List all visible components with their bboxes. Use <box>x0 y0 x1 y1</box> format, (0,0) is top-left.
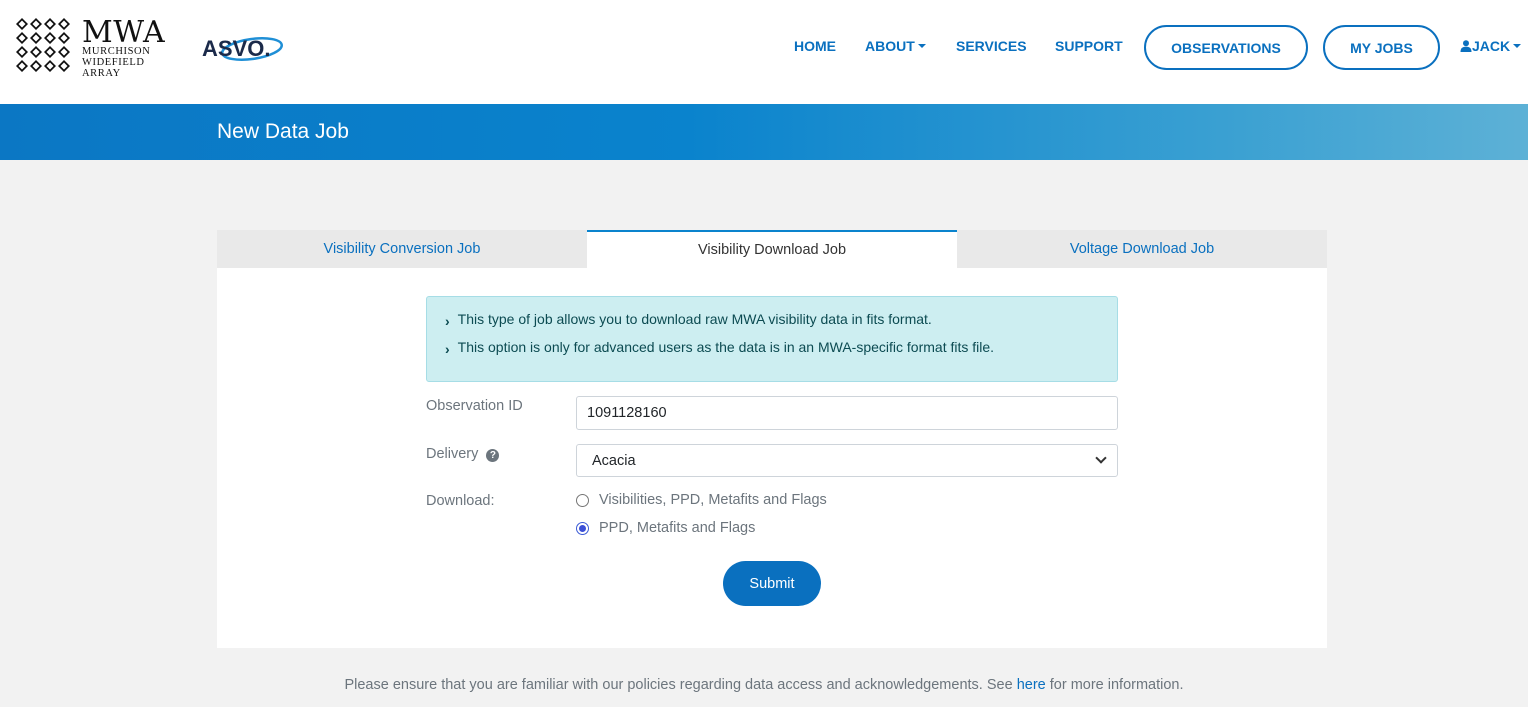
download-option-radio[interactable] <box>576 521 589 535</box>
chevron-down-icon <box>1095 452 1107 464</box>
nav-about-label: ABOUT <box>865 38 915 54</box>
nav-my-jobs-button[interactable]: MY JOBS <box>1323 25 1440 70</box>
info-alert-text: This option is only for advanced users a… <box>457 339 995 355</box>
delivery-selected-value: Acacia <box>592 452 636 469</box>
nav-about[interactable]: ABOUT <box>865 38 926 54</box>
info-alert: › This type of job allows you to download… <box>426 296 1118 382</box>
tab-visibility-conversion-job[interactable]: Visibility Conversion Job <box>217 230 587 268</box>
tab-voltage-download-job[interactable]: Voltage Download Job <box>957 230 1327 268</box>
page-title: New Data Job <box>217 120 349 143</box>
delivery-label: Delivery? <box>426 446 500 462</box>
chevron-right-icon: › <box>445 341 450 357</box>
info-alert-line: › This type of job allows you to download… <box>445 311 932 329</box>
page-banner: New Data Job <box>0 104 1528 160</box>
info-alert-text: This type of job allows you to download … <box>457 311 932 327</box>
download-option-full[interactable]: Visibilities, PPD, Metafits and Flags <box>576 492 827 508</box>
chevron-right-icon: › <box>445 313 450 329</box>
job-card: Visibility Conversion Job Visibility Dow… <box>217 230 1327 648</box>
nav-user-menu[interactable]: JACK <box>1460 38 1522 54</box>
download-option-label: Visibilities, PPD, Metafits and Flags <box>599 492 827 508</box>
delivery-select[interactable]: Acacia <box>576 444 1118 477</box>
submit-button[interactable]: Submit <box>723 561 821 606</box>
download-label: Download: <box>426 493 495 509</box>
tab-visibility-download-job[interactable]: Visibility Download Job <box>587 230 957 268</box>
user-icon <box>1460 40 1472 52</box>
nav-observations-button[interactable]: OBSERVATIONS <box>1144 25 1308 70</box>
footer-here-link[interactable]: here <box>1017 677 1046 693</box>
chevron-down-icon <box>1513 44 1522 48</box>
nav-links: HOME ABOUT SERVICES SUPPORT OBSERVATIONS… <box>0 0 1528 94</box>
job-tabs: Visibility Conversion Job Visibility Dow… <box>217 230 1327 268</box>
nav-home[interactable]: HOME <box>794 38 836 54</box>
observation-id-label: Observation ID <box>426 398 523 414</box>
download-option-ppd[interactable]: PPD, Metafits and Flags <box>576 520 755 536</box>
delivery-label-text: Delivery <box>426 446 479 462</box>
nav-user-label: JACK <box>1472 38 1511 54</box>
observation-id-input[interactable] <box>576 396 1118 430</box>
download-option-label: PPD, Metafits and Flags <box>599 520 756 536</box>
nav-support[interactable]: SUPPORT <box>1055 38 1123 54</box>
footer-note-text: for more information. <box>1045 677 1184 693</box>
nav-services[interactable]: SERVICES <box>956 38 1027 54</box>
info-alert-line: › This option is only for advanced users … <box>445 339 995 357</box>
footer-note: Please ensure that you are familiar with… <box>0 677 1528 693</box>
chevron-down-icon <box>917 44 926 48</box>
navbar: MWA MURCHISON WIDEFIELD ARRAY ASVO. HOME… <box>0 0 1528 104</box>
question-circle-icon[interactable]: ? <box>486 449 500 462</box>
download-option-radio[interactable] <box>576 493 589 507</box>
footer-note-text: Please ensure that you are familiar with… <box>344 677 1017 693</box>
